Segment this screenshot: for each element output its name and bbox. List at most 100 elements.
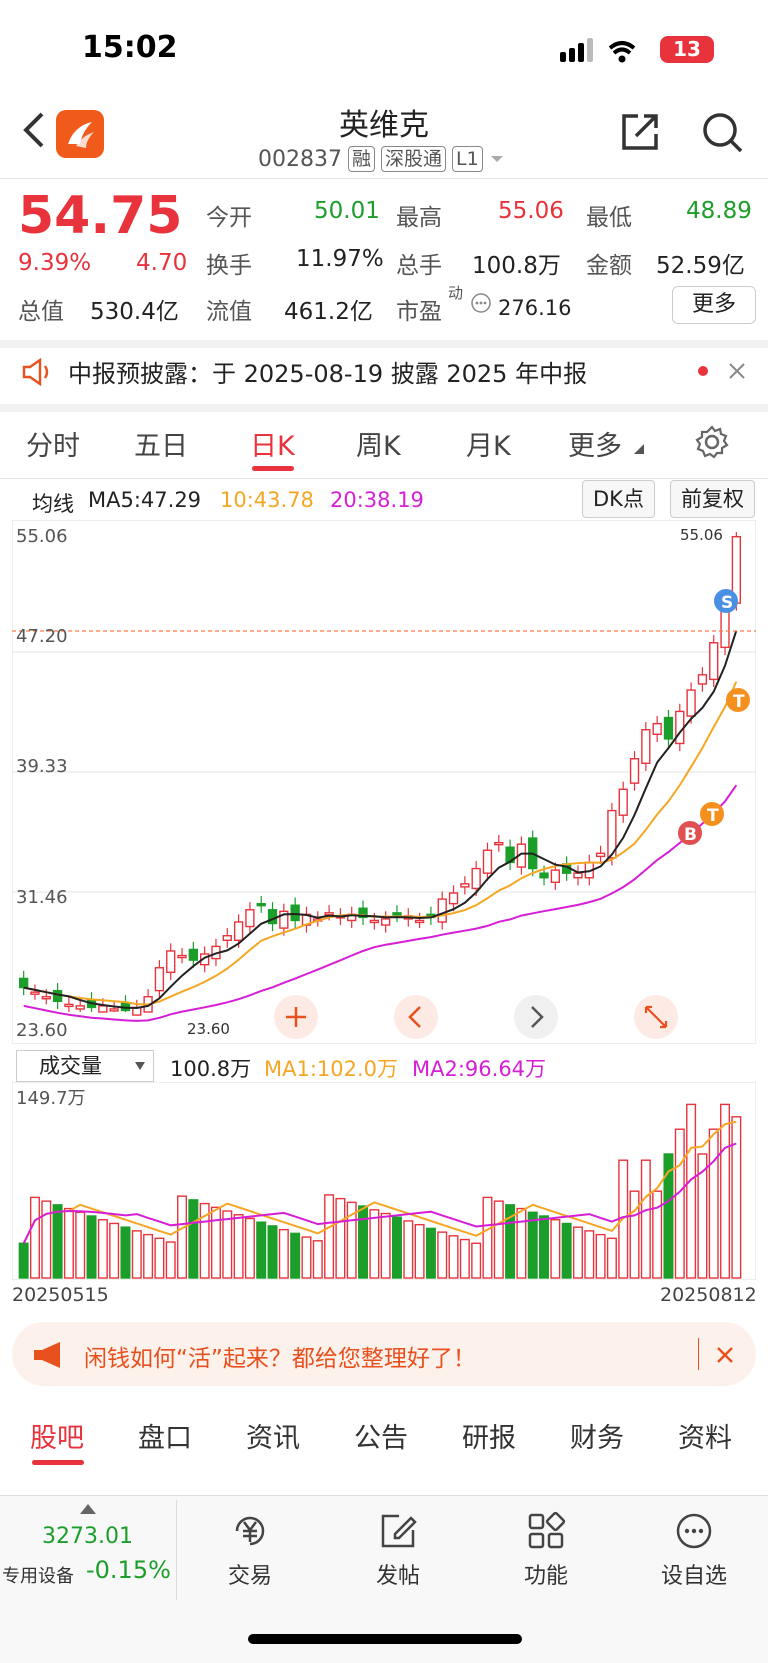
tab-weekly-k[interactable]: 周K [356,424,401,463]
dk-point-button[interactable]: DK点 [582,480,655,518]
volume-bar [324,1194,335,1279]
tab-more[interactable]: 更多 [568,424,622,463]
tab-orderbook[interactable]: 盘口 [138,1416,192,1455]
float-cap-label: 流值 [206,299,252,325]
sell-marker[interactable]: S [714,589,738,613]
open-value: 50.01 [314,198,380,224]
more-quote-button[interactable]: 更多 [672,286,756,324]
t-marker[interactable]: T [726,688,750,712]
post-button[interactable]: 发帖 [348,1510,448,1590]
price-label-4: 31.46 [16,887,68,908]
prev-button[interactable] [394,995,438,1039]
tab-monthly-k[interactable]: 月K [466,424,511,463]
volume-bar [210,1206,221,1279]
promo-banner[interactable]: 闲钱如何“活”起来？都给您整理好了！ [12,1322,756,1386]
functions-label: 功能 [523,1564,568,1589]
close-icon[interactable] [716,1346,734,1364]
trade-button[interactable]: 交易 [200,1510,300,1590]
volume-chart: 149.7万 [12,1082,756,1280]
tab-underline [32,1460,84,1465]
amount-value: 52.59亿 [656,253,745,279]
market-cap-value: 530.4亿 [90,299,179,325]
volume-bar [120,1226,131,1279]
volume-bar [720,1103,731,1279]
adjust-button[interactable]: 前复权 [670,480,755,518]
index-change: -0.15% [86,1556,171,1584]
add-watchlist-button[interactable]: 设自选 [644,1510,744,1590]
index-value[interactable]: 3273.01 [42,1524,133,1549]
candle [629,758,640,784]
volume-bar [335,1197,346,1279]
candle [652,722,662,736]
volume-bar [267,1225,278,1279]
volume-bar [652,1190,663,1279]
float-cap-value: 461.2亿 [284,299,373,325]
gear-icon[interactable] [694,424,730,460]
volume-bar [188,1199,199,1279]
high-label: 最高 [396,205,442,231]
search-icon[interactable] [700,110,744,154]
high-value: 55.06 [498,198,564,224]
next-button[interactable] [514,995,558,1039]
volume-bar [550,1219,561,1279]
low-marker: 23.60 [187,1020,230,1038]
candle [460,883,470,888]
tab-news[interactable]: 资讯 [246,1416,300,1455]
notice-text: 中报预披露：于 2025-08-19 披露 2025 年中报 [68,360,588,388]
divider [0,478,768,479]
volume-bar [86,1215,97,1279]
date-start: 20250515 [12,1284,109,1306]
candle [18,977,29,989]
volume-bar [369,1209,380,1279]
volume-bar [154,1237,165,1279]
volume-bar [516,1207,527,1279]
volume-bar [233,1214,244,1279]
caret-down-icon[interactable] [489,154,505,164]
notice-red-dot [698,366,708,376]
edit-icon [381,1514,417,1548]
volume-bar [391,1216,402,1279]
candle [256,902,266,907]
tab-research[interactable]: 研报 [462,1416,516,1455]
volume-bar [414,1223,425,1279]
volume-select-label: 成交量 [39,1054,102,1078]
candle [267,909,278,925]
t-marker[interactable]: T [700,802,724,826]
trade-label: 交易 [227,1564,272,1589]
volume-bar [29,1196,40,1279]
more-dots-icon[interactable] [470,292,492,314]
candle [550,869,561,884]
change-amount: 4.70 [136,250,188,276]
candle [414,919,425,924]
tab-intraday[interactable]: 分时 [26,424,80,463]
tab-underline [252,466,294,471]
volume-select[interactable]: 成交量 [16,1050,154,1082]
tab-announcements[interactable]: 公告 [354,1416,408,1455]
volume-bar [403,1220,414,1279]
volume-bar [75,1211,86,1279]
tab-daily-k[interactable]: 日K [250,424,295,463]
price-label-2: 47.20 [16,626,68,647]
tab-profile[interactable]: 资料 [678,1416,732,1455]
candle [233,921,244,941]
volume-bar [177,1195,188,1279]
close-icon[interactable] [728,362,746,380]
share-icon[interactable] [618,110,662,154]
add-indicator-button[interactable] [274,995,318,1039]
kline-chart[interactable]: 55.06 47.20 39.33 31.46 23.60 55.06 23.6… [12,520,756,1044]
volume-value: 100.8万 [472,253,561,279]
volume-bar [708,1128,719,1279]
market-cap-label: 总值 [18,299,64,325]
functions-button[interactable]: 功能 [496,1510,596,1590]
notice-bar[interactable]: 中报预披露：于 2025-08-19 披露 2025 年中报 [20,354,587,389]
tab-finance[interactable]: 财务 [570,1416,624,1455]
fullscreen-button[interactable] [634,995,678,1039]
buy-marker[interactable]: B [678,821,702,845]
candle [166,950,176,974]
candle [539,872,549,879]
volume-bar [595,1233,606,1279]
tab-five-day[interactable]: 五日 [134,424,188,463]
tab-forum[interactable]: 股吧 [30,1416,84,1455]
volume-bar [527,1211,538,1279]
candle [52,989,63,1003]
